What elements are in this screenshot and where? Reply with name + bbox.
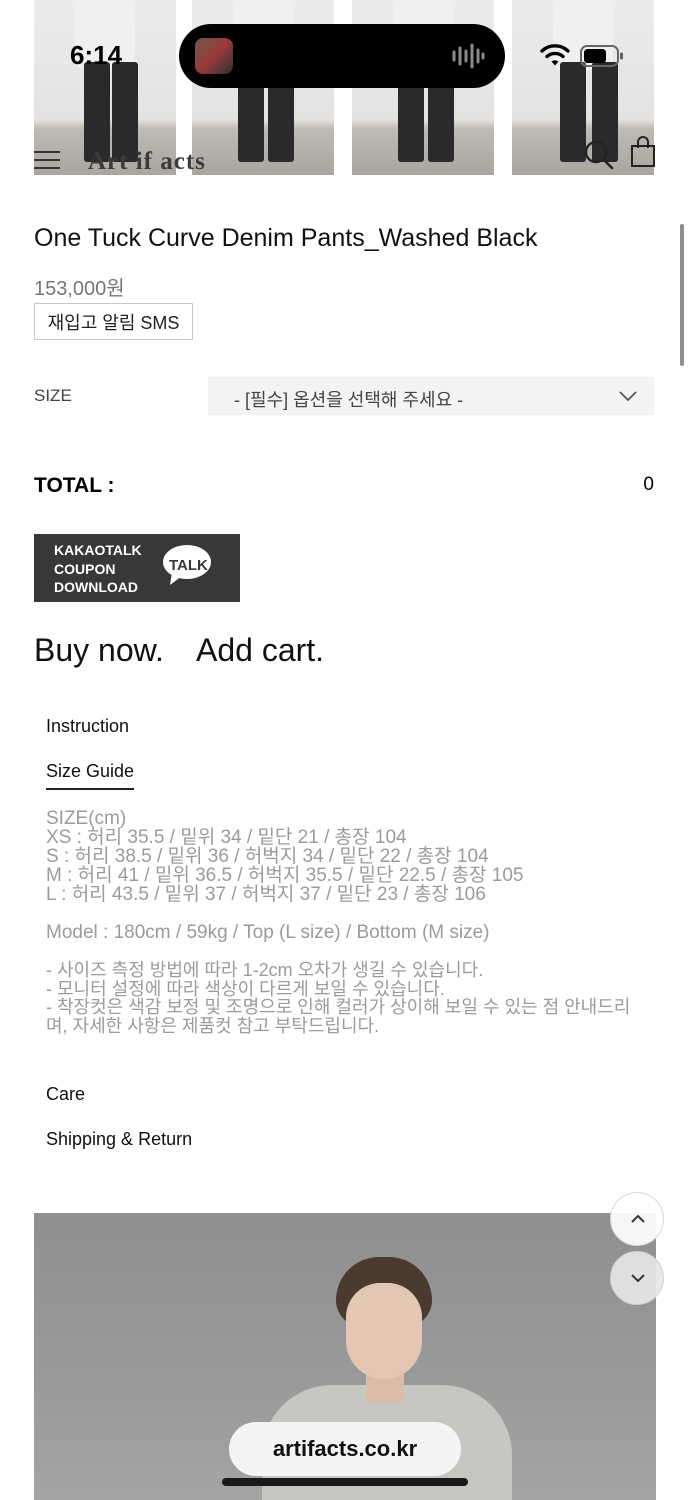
kakao-coupon-button[interactable]: KAKAOTALK COUPON DOWNLOAD TALK xyxy=(34,534,240,602)
chevron-up-icon xyxy=(631,1214,645,1223)
size-notes: - 사이즈 측정 방법에 따라 1-2cm 오차가 생길 수 있습니다. - 모… xyxy=(46,961,646,1035)
tab-shipping-return[interactable]: Shipping & Return xyxy=(46,1129,192,1150)
dynamic-island xyxy=(179,24,505,88)
size-guide-line: M : 허리 41 / 밑위 36.5 / 허벅지 35.5 / 밑단 22.5… xyxy=(46,865,524,886)
size-guide-line: S : 허리 38.5 / 밑위 36 / 허벅지 34 / 밑단 22 / 총… xyxy=(46,846,489,867)
size-label: SIZE xyxy=(34,386,72,405)
total-label: TOTAL : xyxy=(34,474,115,497)
size-guide-line: XS : 허리 35.5 / 밑위 34 / 밑단 21 / 총장 104 xyxy=(46,827,407,848)
product-title: One Tuck Curve Denim Pants_Washed Black xyxy=(34,224,538,252)
audio-wave-icon xyxy=(452,43,485,69)
now-playing-artwork xyxy=(195,38,233,74)
tab-size-guide[interactable]: Size Guide xyxy=(46,761,135,790)
size-guide-line: SIZE(cm) xyxy=(46,808,127,829)
tab-care[interactable]: Care xyxy=(46,1084,85,1105)
chevron-down-icon xyxy=(631,1274,645,1283)
total-value: 0 xyxy=(643,474,654,495)
kakao-coupon-label: KAKAOTALK COUPON DOWNLOAD xyxy=(54,542,142,595)
menu-icon[interactable] xyxy=(34,148,60,172)
size-note: - 모니터 설정에 따라 색상이 다르게 보일 수 있습니다. xyxy=(46,978,445,999)
product-price: 153,000원 xyxy=(34,278,125,300)
restock-sms-button[interactable]: 재입고 알림 SMS xyxy=(34,303,193,340)
status-time: 6:14 xyxy=(70,40,123,70)
size-select[interactable]: - [필수] 옵션을 선택해 주세요 - xyxy=(208,377,654,415)
size-note: - 착장컷은 색감 보정 및 조명으로 인해 컬러가 상이해 보일 수 있는 점… xyxy=(46,997,631,1036)
tab-instruction[interactable]: Instruction xyxy=(46,716,129,737)
scroll-top-button[interactable] xyxy=(610,1192,664,1246)
shopping-bag-icon[interactable] xyxy=(630,136,656,168)
brand-logo[interactable]: Art if acts xyxy=(88,148,206,176)
page-scrollbar[interactable] xyxy=(680,224,684,366)
size-note: - 사이즈 측정 방법에 따라 1-2cm 오차가 생길 수 있습니다. xyxy=(46,960,484,980)
add-cart-button[interactable]: Add cart. xyxy=(196,632,324,669)
size-guide-line: L : 허리 43.5 / 밑위 37 / 허벅지 37 / 밑단 23 / 총… xyxy=(46,884,486,905)
size-select-value: - [필수] 옵션을 선택해 주세요 - xyxy=(234,390,464,410)
talk-badge: TALK xyxy=(169,557,208,574)
battery-icon xyxy=(580,45,623,67)
wifi-icon xyxy=(540,44,570,66)
address-bar[interactable]: artifacts.co.kr xyxy=(229,1422,461,1476)
buy-now-button[interactable]: Buy now. xyxy=(34,632,164,669)
model-info: Model : 180cm / 59kg / Top (L size) / Bo… xyxy=(46,922,490,943)
home-indicator[interactable] xyxy=(222,1478,468,1486)
size-guide-table: SIZE(cm) XS : 허리 35.5 / 밑위 34 / 밑단 21 / … xyxy=(46,809,523,904)
chevron-down-icon xyxy=(619,391,637,402)
scroll-bottom-button[interactable] xyxy=(610,1251,664,1305)
search-icon[interactable] xyxy=(584,140,614,170)
